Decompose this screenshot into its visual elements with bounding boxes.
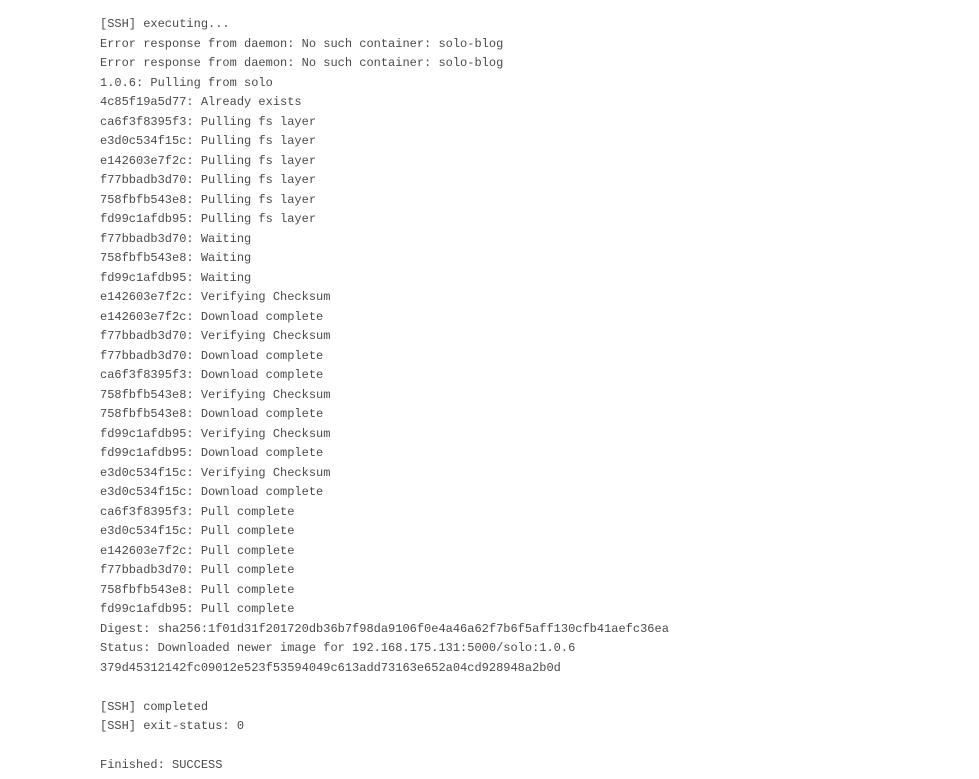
log-line: ca6f3f8395f3: Pulling fs layer <box>100 113 979 133</box>
log-line: e142603e7f2c: Download complete <box>100 308 979 328</box>
log-line: f77bbadb3d70: Pulling fs layer <box>100 171 979 191</box>
log-line: Status: Downloaded newer image for 192.1… <box>100 639 979 659</box>
log-line: e3d0c534f15c: Verifying Checksum <box>100 464 979 484</box>
log-line: 758fbfb543e8: Pull complete <box>100 581 979 601</box>
log-line: [SSH] completed <box>100 698 979 718</box>
log-line: Digest: sha256:1f01d31f201720db36b7f98da… <box>100 620 979 640</box>
log-line: e142603e7f2c: Pulling fs layer <box>100 152 979 172</box>
log-line: e3d0c534f15c: Pulling fs layer <box>100 132 979 152</box>
log-line: ca6f3f8395f3: Download complete <box>100 366 979 386</box>
log-line: fd99c1afdb95: Pull complete <box>100 600 979 620</box>
log-line: fd99c1afdb95: Verifying Checksum <box>100 425 979 445</box>
log-line: 4c85f19a5d77: Already exists <box>100 93 979 113</box>
log-line: ca6f3f8395f3: Pull complete <box>100 503 979 523</box>
log-line: 758fbfb543e8: Pulling fs layer <box>100 191 979 211</box>
log-line: 758fbfb543e8: Download complete <box>100 405 979 425</box>
log-line: f77bbadb3d70: Waiting <box>100 230 979 250</box>
log-line <box>100 678 979 698</box>
log-line: fd99c1afdb95: Waiting <box>100 269 979 289</box>
log-line: 758fbfb543e8: Waiting <box>100 249 979 269</box>
log-line: Error response from daemon: No such cont… <box>100 35 979 55</box>
log-line: fd99c1afdb95: Pulling fs layer <box>100 210 979 230</box>
log-line: Finished: SUCCESS <box>100 756 979 776</box>
log-line: [SSH] executing... <box>100 15 979 35</box>
log-line: [SSH] exit-status: 0 <box>100 717 979 737</box>
log-line: e142603e7f2c: Verifying Checksum <box>100 288 979 308</box>
log-line: f77bbadb3d70: Download complete <box>100 347 979 367</box>
log-line: 758fbfb543e8: Verifying Checksum <box>100 386 979 406</box>
log-line: 379d45312142fc09012e523f53594049c613add7… <box>100 659 979 679</box>
log-line <box>100 737 979 757</box>
log-line: e3d0c534f15c: Download complete <box>100 483 979 503</box>
log-line: Error response from daemon: No such cont… <box>100 54 979 74</box>
log-line: fd99c1afdb95: Download complete <box>100 444 979 464</box>
log-line: e3d0c534f15c: Pull complete <box>100 522 979 542</box>
log-line: f77bbadb3d70: Verifying Checksum <box>100 327 979 347</box>
log-line: f77bbadb3d70: Pull complete <box>100 561 979 581</box>
log-line: 1.0.6: Pulling from solo <box>100 74 979 94</box>
console-output: [SSH] executing...Error response from da… <box>100 15 979 776</box>
log-line: e142603e7f2c: Pull complete <box>100 542 979 562</box>
